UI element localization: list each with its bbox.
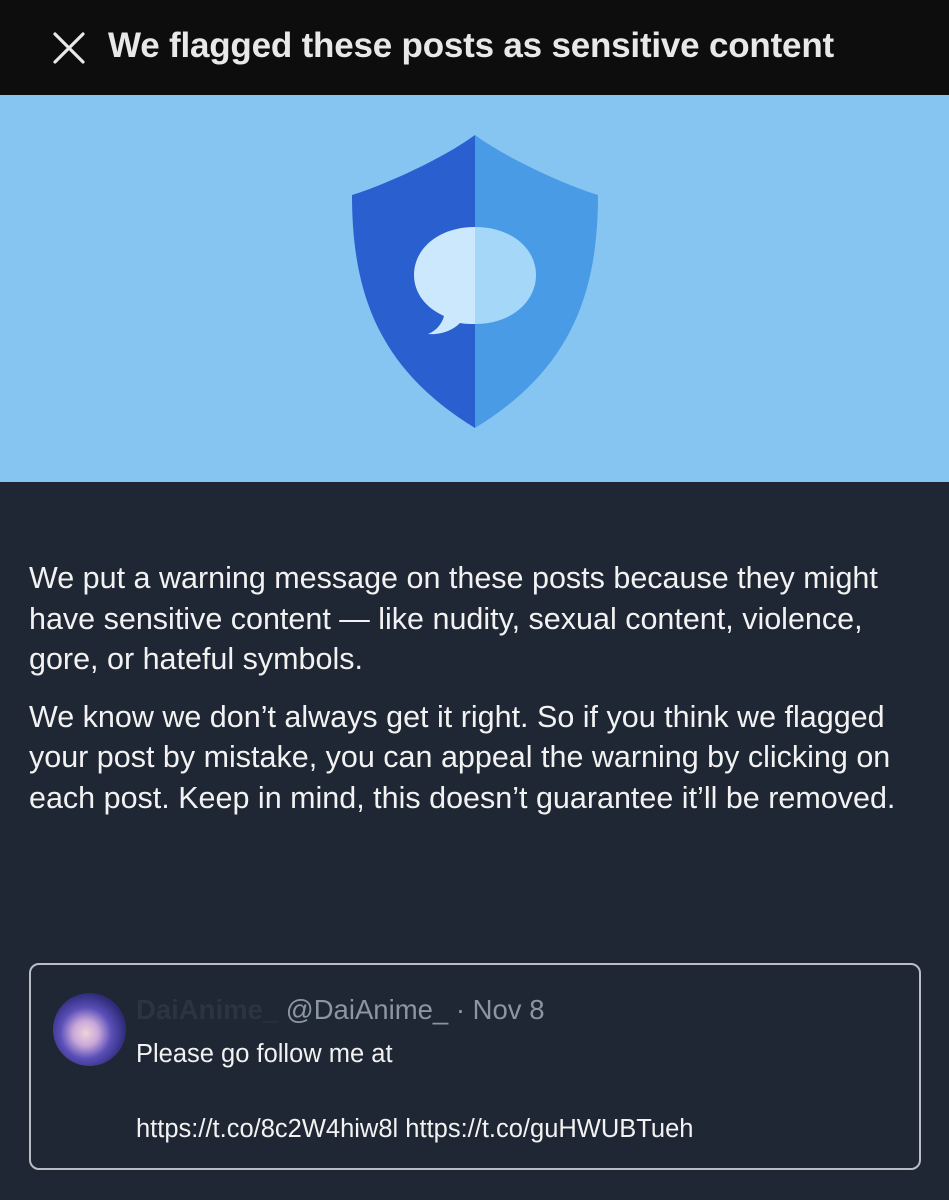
post-date[interactable]: Nov 8 xyxy=(473,994,545,1025)
post-links: https://t.co/8c2W4hiw8l https://t.co/guH… xyxy=(136,1110,693,1148)
post-separator: · xyxy=(455,994,466,1025)
post-header: DaiAnime_ @DaiAnime_ · Nov 8 xyxy=(136,993,545,1027)
close-button[interactable] xyxy=(50,29,88,67)
flagged-post-card[interactable]: DaiAnime_ @DaiAnime_ · Nov 8 Please go f… xyxy=(29,963,921,1170)
explanation-text: We put a warning message on these posts … xyxy=(29,558,929,818)
post-link-2[interactable]: https://t.co/guHWUBTueh xyxy=(405,1115,693,1143)
author-handle[interactable]: @DaiAnime_ xyxy=(286,994,448,1025)
page-title: We flagged these posts as sensitive cont… xyxy=(108,26,834,65)
close-icon xyxy=(53,32,85,64)
shield-chat-icon xyxy=(352,135,598,428)
explanation-paragraph-2: We know we don’t always get it right. So… xyxy=(29,699,896,815)
explanation-paragraph-1: We put a warning message on these posts … xyxy=(29,561,878,676)
post-link-1[interactable]: https://t.co/8c2W4hiw8l xyxy=(136,1115,398,1143)
avatar[interactable] xyxy=(53,993,126,1066)
header-bar: We flagged these posts as sensitive cont… xyxy=(0,0,949,95)
author-name[interactable]: DaiAnime_ xyxy=(136,994,278,1025)
sensitive-content-notice: We flagged these posts as sensitive cont… xyxy=(0,0,949,1200)
post-text: Please go follow me at xyxy=(136,1040,393,1068)
